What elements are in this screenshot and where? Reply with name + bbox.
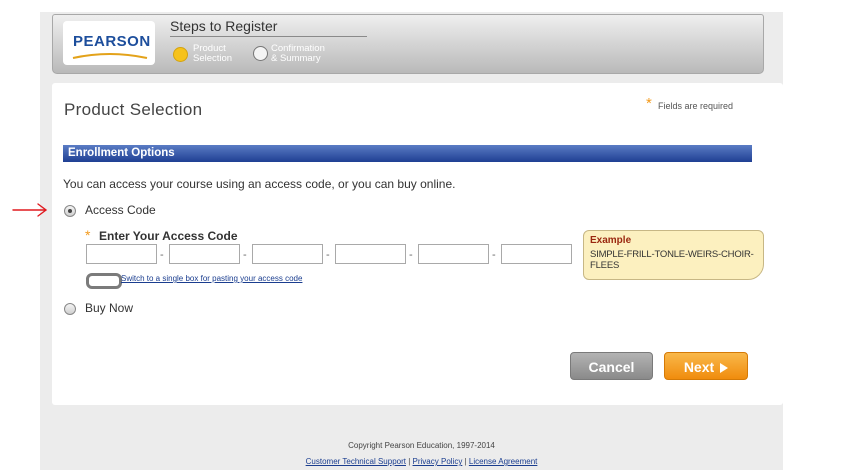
buy-now-radio[interactable] <box>64 303 76 315</box>
step-2-line2: & Summary <box>271 53 321 64</box>
page-title: Product Selection <box>64 100 203 119</box>
step-product-selection: Product Selection <box>193 44 232 64</box>
code-separator: - <box>160 249 164 261</box>
access-code-segment-4[interactable] <box>335 244 406 264</box>
footer-separator: | <box>408 457 411 466</box>
cancel-button[interactable]: Cancel <box>570 352 653 380</box>
next-button[interactable]: Next <box>664 352 748 380</box>
logo-text: PEARSON <box>73 33 151 50</box>
single-box-toggle[interactable] <box>86 273 122 289</box>
switch-single-box-link[interactable]: Switch to a single box for pasting your … <box>121 274 302 283</box>
access-code-radio[interactable] <box>64 205 76 217</box>
code-separator: - <box>326 249 330 261</box>
access-code-label[interactable]: Access Code <box>85 203 156 217</box>
access-code-field-label: Enter Your Access Code <box>99 229 238 243</box>
access-code-segment-5[interactable] <box>418 244 489 264</box>
code-separator: - <box>243 249 247 261</box>
steps-divider <box>170 36 367 37</box>
access-code-segment-1[interactable] <box>86 244 157 264</box>
access-code-segment-2[interactable] <box>169 244 240 264</box>
red-arrow-annotation-icon <box>12 203 48 217</box>
pearson-logo: PEARSON <box>63 21 155 65</box>
required-note: Fields are required <box>658 101 734 111</box>
copyright: Copyright Pearson Education, 1997-2014 <box>348 441 495 450</box>
customer-support-link[interactable]: Customer Technical Support <box>306 457 406 466</box>
footer-separator: | <box>464 457 467 466</box>
step-active-dot-icon <box>173 47 188 62</box>
step-1-line2: Selection <box>193 53 233 64</box>
enrollment-options-header: Enrollment Options <box>63 145 752 162</box>
required-star: * <box>646 95 652 112</box>
buy-now-label[interactable]: Buy Now <box>85 301 133 315</box>
play-arrow-icon <box>720 363 729 374</box>
white-margin <box>0 260 40 375</box>
step-confirmation-summary: Confirmation & Summary <box>271 44 325 64</box>
registration-header: PEARSON Steps to Register Product Select… <box>52 14 764 74</box>
license-agreement-link[interactable]: License Agreement <box>469 457 538 466</box>
code-separator: - <box>409 249 413 261</box>
footer-links: Customer Technical Support | Privacy Pol… <box>0 457 843 466</box>
example-title: Example <box>590 235 632 246</box>
cancel-button-label: Cancel <box>588 359 635 375</box>
access-code-segment-3[interactable] <box>252 244 323 264</box>
next-button-label: Next <box>683 359 715 375</box>
steps-title: Steps to Register <box>170 18 278 34</box>
code-required-star: * <box>85 227 91 243</box>
logo-swoosh-icon <box>72 53 148 59</box>
example-code: SIMPLE-FRILL-TONLE-WEIRS-CHOIR-FLEES <box>590 249 754 271</box>
access-code-example-callout: Example SIMPLE-FRILL-TONLE-WEIRS-CHOIR-F… <box>583 230 764 280</box>
privacy-policy-link[interactable]: Privacy Policy <box>413 457 463 466</box>
step-inactive-dot-icon <box>253 46 268 61</box>
code-separator: - <box>492 249 496 261</box>
access-code-segment-6[interactable] <box>501 244 572 264</box>
enrollment-intro: You can access your course using an acce… <box>63 177 456 191</box>
